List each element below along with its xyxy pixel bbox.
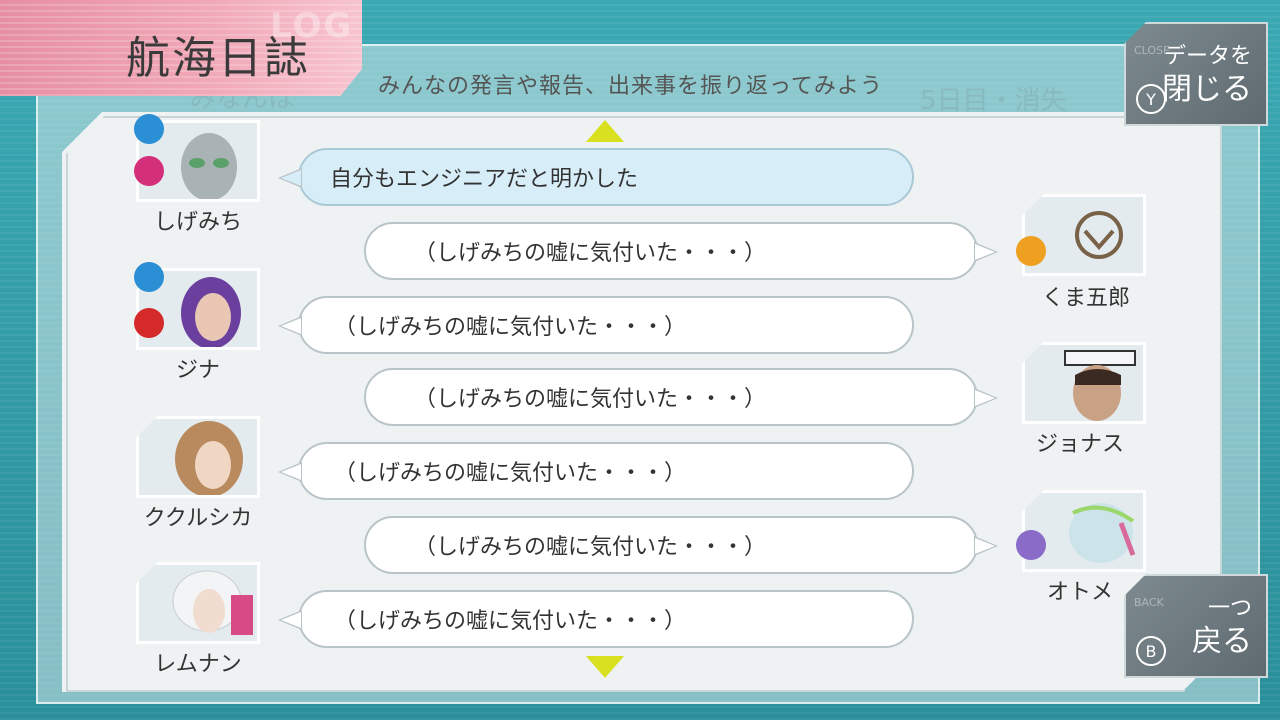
portrait-kumagoro — [1022, 194, 1146, 276]
log-entry-text: （しげみちの嘘に気付いた・・・） — [334, 461, 687, 486]
speaker-name-gina: ジナ — [175, 358, 220, 383]
log-entry-3[interactable]: （しげみちの嘘に気付いた・・・） — [278, 296, 914, 354]
log-entry-5[interactable]: （しげみちの嘘に気付いた・・・） — [278, 442, 914, 500]
speaker-name-shigemichi: しげみち — [153, 210, 242, 235]
log-entry-6[interactable]: （しげみちの嘘に気付いた・・・） — [364, 516, 998, 574]
log-entry-text: （しげみちの嘘に気付いた・・・） — [334, 315, 687, 340]
engineer-role-icon — [134, 114, 164, 144]
engineer-role-icon — [134, 262, 164, 292]
guardian-role-icon — [134, 156, 164, 186]
y-key-icon: Y — [1136, 84, 1166, 114]
ghost-text-right: 5日目・消失 — [920, 86, 1067, 116]
scroll-up-arrow-icon[interactable] — [586, 120, 624, 142]
speaker-name-kukurushika: ククルシカ — [143, 506, 253, 531]
log-entry-text: （しげみちの嘘に気付いた・・・） — [334, 609, 687, 634]
close-data-button[interactable]: CLOSE データを 閉じる Y — [1124, 22, 1268, 126]
b-key-icon: B — [1136, 636, 1166, 666]
back-button-line2: 戻る — [1192, 624, 1252, 659]
close-button-line2: 閉じる — [1162, 72, 1252, 107]
scroll-down-arrow-icon[interactable] — [586, 656, 624, 678]
portrait-jonas — [1022, 342, 1146, 424]
speaker-name-kumagoro: くま五郎 — [1041, 286, 1130, 311]
log-entry-text: （しげみちの嘘に気付いた・・・） — [414, 387, 767, 412]
portrait-remnan — [136, 562, 260, 644]
log-entry-4[interactable]: （しげみちの嘘に気付いた・・・） — [364, 368, 998, 426]
portrait-otome — [1022, 490, 1146, 572]
log-entry-text: （しげみちの嘘に気付いた・・・） — [414, 241, 767, 266]
guardian-role-icon — [134, 308, 164, 338]
page-subtitle: みんなの発言や報告、出来事を振り返ってみよう — [378, 74, 883, 99]
log-entry-7[interactable]: （しげみちの嘘に気付いた・・・） — [278, 590, 914, 648]
kumagoro-role-icon — [1016, 236, 1046, 266]
speaker-name-remnan: レムナン — [154, 652, 242, 677]
log-entry-text: 自分もエンジニアだと明かした — [330, 167, 639, 192]
speaker-name-jonas: ジョナス — [1035, 432, 1124, 457]
page-title: 航海日誌 — [126, 33, 310, 84]
log-entry-2[interactable]: （しげみちの嘘に気付いた・・・） — [364, 222, 998, 280]
portrait-kukurushika — [136, 416, 260, 498]
doctor-role-icon — [1016, 530, 1046, 560]
speaker-name-otome: オトメ — [1046, 580, 1113, 605]
log-entry-1[interactable]: 自分もエンジニアだと明かした — [278, 148, 914, 206]
log-entry-text: （しげみちの嘘に気付いた・・・） — [414, 535, 767, 560]
